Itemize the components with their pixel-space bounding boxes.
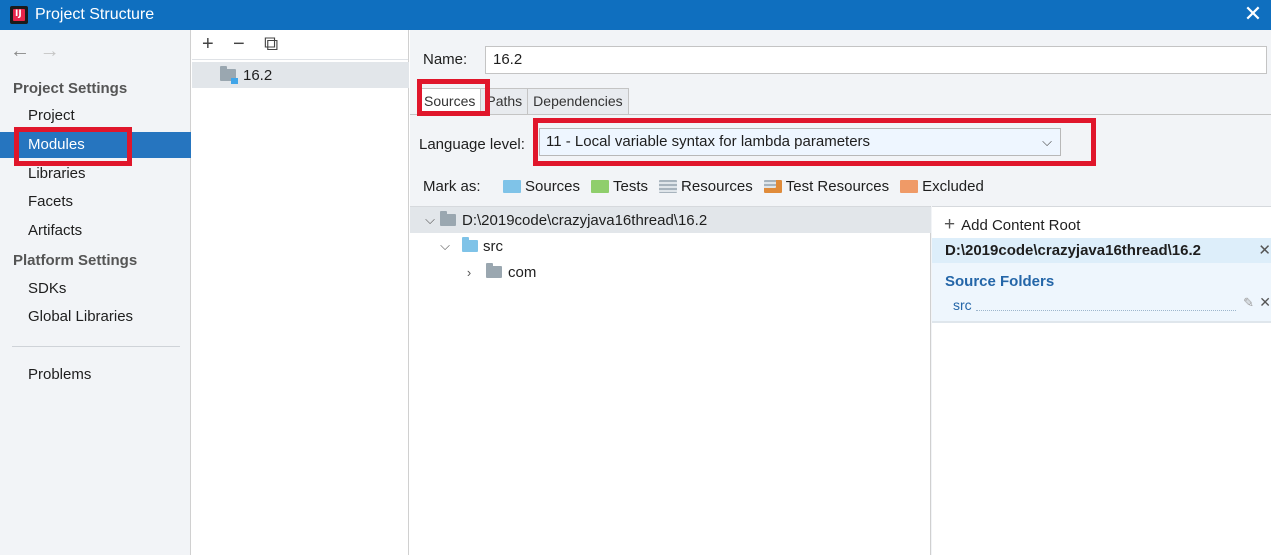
module-list-item[interactable]: 16.2	[192, 62, 409, 88]
plus-icon: +	[944, 214, 956, 235]
copy-module-icon[interactable]: ⧉	[264, 33, 295, 56]
add-content-root-label: Add Content Root	[961, 216, 1081, 234]
content-root-path: D:\2019code\crazyjava16thread\16.2	[945, 242, 1201, 259]
tabs-underline	[410, 114, 1271, 115]
source-folder-icon	[462, 237, 478, 252]
project-settings-heading: Project Settings	[13, 80, 128, 97]
mark-as-resources-label: Resources	[681, 178, 753, 195]
source-folders-heading: Source Folders	[945, 273, 1055, 290]
module-name-input[interactable]: 16.2	[485, 46, 1267, 74]
mark-as-tests-label: Tests	[613, 178, 649, 195]
forward-arrow-icon[interactable]: →	[40, 40, 64, 63]
chevron-right-icon[interactable]: ›	[462, 265, 476, 280]
tree-row-com[interactable]: › com	[410, 259, 931, 285]
source-folder-entry: src	[953, 297, 972, 313]
resources-folder-icon	[659, 180, 678, 193]
tree-root-path: D:\2019code\crazyjava16thread\16.2	[462, 211, 708, 229]
intellij-app-icon	[10, 6, 28, 24]
mark-as-sources-button[interactable]: Sources	[503, 178, 580, 195]
add-module-icon[interactable]: +	[202, 33, 233, 56]
window-title: Project Structure	[35, 6, 155, 23]
close-window-icon[interactable]: ✕	[1241, 2, 1265, 26]
sidebar-item-project[interactable]: Project	[0, 103, 191, 129]
mark-as-excluded-button[interactable]: Excluded	[900, 178, 984, 195]
nav-arrows: ← →	[10, 40, 64, 63]
tree-row-src[interactable]: ⌵ src	[410, 233, 931, 259]
sidebar-item-problems[interactable]: Problems	[0, 362, 191, 388]
source-tree: ⌵ D:\2019code\crazyjava16thread\16.2 ⌵ s…	[410, 206, 931, 555]
mark-as-label: Mark as:	[423, 178, 481, 195]
sources-folder-icon	[503, 180, 521, 193]
title-bar: Project Structure ✕	[0, 0, 1271, 30]
source-folder-dotted-line	[976, 310, 1236, 311]
test-resources-folder-icon	[763, 180, 782, 193]
tree-row-root[interactable]: ⌵ D:\2019code\crazyjava16thread\16.2	[410, 207, 931, 233]
module-badge-icon	[231, 78, 238, 84]
mark-as-sources-label: Sources	[525, 178, 581, 195]
mark-as-test-resources-button[interactable]: Test Resources	[763, 178, 890, 195]
modules-highlight-box	[14, 127, 132, 166]
tests-folder-icon	[591, 180, 610, 193]
chevron-down-icon[interactable]: ⌵	[423, 212, 437, 228]
remove-source-folder-icon[interactable]: ✕	[1259, 294, 1271, 311]
remove-content-root-icon[interactable]: ✕	[1258, 238, 1271, 263]
sidebar-divider	[12, 346, 180, 347]
sidebar-item-facets[interactable]: Facets	[0, 189, 191, 215]
language-level-label: Language level:	[419, 136, 525, 153]
chevron-down-icon[interactable]: ⌵	[438, 238, 452, 254]
excluded-folder-icon	[900, 180, 919, 193]
name-label: Name:	[423, 51, 468, 68]
sources-tab-highlight-box	[417, 79, 490, 116]
mark-as-options: Sources Tests Resources Test Resources E…	[503, 178, 995, 195]
mark-as-resources-button[interactable]: Resources	[659, 178, 753, 195]
module-name: 16.2	[243, 66, 273, 84]
language-level-highlight-box	[533, 118, 1096, 166]
module-list-panel: + − ⧉ 16.2	[192, 30, 409, 555]
source-folders-block: Source Folders src ✎ ✕	[932, 263, 1271, 323]
mark-as-excluded-label: Excluded	[922, 178, 984, 195]
content-root-header: D:\2019code\crazyjava16thread\16.2 ✕	[932, 238, 1271, 263]
tree-com-label: com	[508, 263, 537, 281]
back-arrow-icon[interactable]: ←	[10, 40, 34, 63]
package-folder-icon	[486, 263, 502, 278]
sidebar-item-sdks[interactable]: SDKs	[0, 276, 191, 302]
module-settings-panel: Name: 16.2 Sources Paths Dependencies La…	[410, 30, 1271, 555]
tab-dependencies[interactable]: Dependencies	[527, 88, 629, 114]
folder-icon	[440, 211, 456, 226]
settings-sidebar: ← → Project Settings Project Modules Lib…	[0, 30, 191, 555]
platform-settings-heading: Platform Settings	[13, 252, 138, 269]
sidebar-item-global-libraries[interactable]: Global Libraries	[0, 304, 191, 330]
tree-src-label: src	[483, 237, 503, 255]
remove-module-icon[interactable]: −	[233, 33, 264, 56]
sidebar-item-artifacts[interactable]: Artifacts	[0, 218, 191, 244]
content-roots-panel: + Add Content Root D:\2019code\crazyjava…	[932, 206, 1271, 555]
module-toolbar: + − ⧉	[192, 30, 408, 60]
add-content-root-button[interactable]: + Add Content Root	[944, 214, 1080, 236]
edit-pencil-icon[interactable]: ✎	[1243, 295, 1254, 311]
mark-as-test-resources-label: Test Resources	[785, 178, 890, 195]
mark-as-tests-button[interactable]: Tests	[591, 178, 648, 195]
